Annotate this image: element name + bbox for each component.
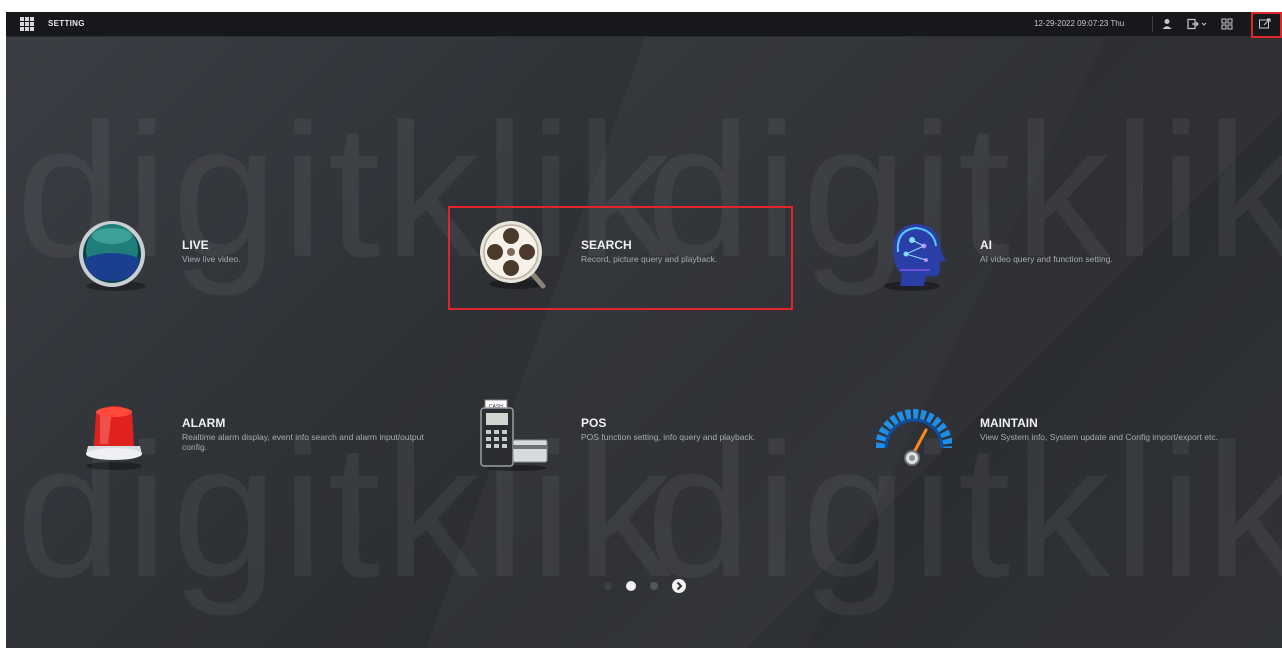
top-bar: SETTING 12-29-2022 09:07:23 Thu [6,12,1282,37]
highlight-toggle-button [1251,12,1282,38]
tile-live[interactable]: LIVE View live video. [78,218,468,298]
tile-ai[interactable]: AI AI video query and function setting. [876,218,1266,298]
search-reel-icon [477,218,553,294]
tile-live-description: View live video. [182,254,241,264]
page-dot[interactable] [650,582,658,590]
gauge-icon [875,396,953,472]
tile-pos-title: POS [581,416,607,430]
tile-ai-description: AI video query and function setting. [980,254,1113,264]
chevron-right-icon [676,581,683,591]
page-dot-active[interactable] [626,581,636,591]
next-page-button[interactable] [672,579,686,593]
pos-terminal-icon: CASH [477,396,553,472]
tile-search-description: Record, picture query and playback. [581,254,718,264]
tile-live-title: LIVE [182,238,209,252]
ai-head-icon [876,218,952,294]
layout-grid-icon[interactable] [1220,17,1234,31]
tile-maintain[interactable]: MAINTAIN View System info, System update… [875,396,1266,476]
user-icon[interactable] [1160,17,1174,31]
tile-search[interactable]: SEARCH Record, picture query and playbac… [477,218,867,298]
tile-pos-description: POS function setting, info query and pla… [581,432,756,442]
page-indicator [602,578,702,594]
main-screen: digitklik digitklik digitklik digitklik … [6,12,1282,648]
divider [1152,16,1153,32]
live-icon [78,218,154,294]
tile-maintain-title: MAINTAIN [980,416,1038,430]
tile-search-title: SEARCH [581,238,632,252]
tile-alarm[interactable]: ALARM Realtime alarm display, event info… [78,396,468,476]
background-diagonal [806,36,1282,648]
tile-alarm-description: Realtime alarm display, event info searc… [182,432,424,452]
tile-alarm-title: ALARM [182,416,226,430]
tile-pos[interactable]: CASH POS POS function setting, info quer… [477,396,867,476]
tile-maintain-description: View System info, System update and Conf… [980,432,1218,442]
logout-icon[interactable] [1186,17,1208,31]
system-datetime: 12-29-2022 09:07:23 Thu [1034,19,1125,28]
main-menu-icon[interactable] [20,17,34,31]
page-title: SETTING [48,19,85,28]
tile-ai-title: AI [980,238,992,252]
page-dot[interactable] [604,582,612,590]
alarm-siren-icon [78,396,154,472]
